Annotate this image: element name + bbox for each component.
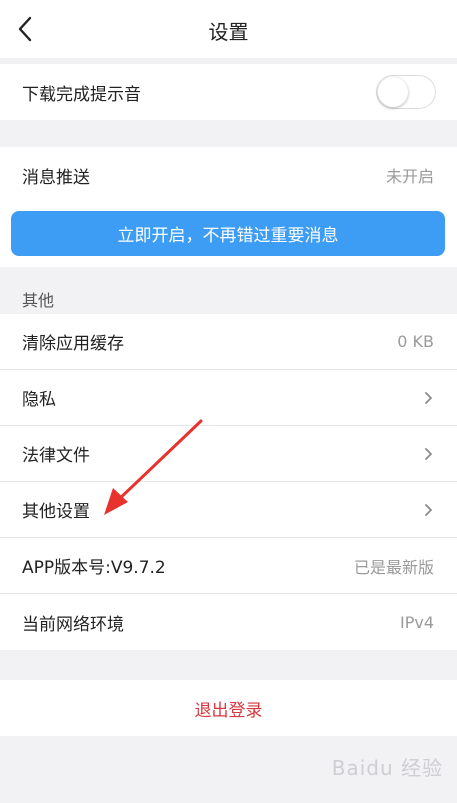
- enable-push-button[interactable]: 立即开启，不再错过重要消息: [11, 211, 445, 256]
- logout-button[interactable]: 退出登录: [0, 680, 457, 736]
- push-label: 消息推送: [22, 167, 90, 188]
- list-item-label: 当前网络环境: [22, 614, 124, 635]
- download-sound-toggle[interactable]: [376, 75, 436, 109]
- privacy-row[interactable]: 隐私: [0, 370, 457, 426]
- others-group: 清除应用缓存 0 KB 隐私 法律文件 其他设置 APP版本号:V9.7.2 已…: [0, 314, 457, 650]
- push-status: 未开启: [385, 167, 434, 186]
- page-title: 设置: [208, 20, 249, 44]
- download-sound-label: 下载完成提示音: [22, 84, 141, 105]
- list-item-label: 其他设置: [22, 502, 90, 522]
- app-version-row[interactable]: APP版本号:V9.7.2 已是最新版: [0, 538, 457, 594]
- list-item-label: 法律文件: [22, 446, 90, 466]
- push-row[interactable]: 消息推送 未开启: [0, 147, 457, 203]
- section-title-others: 其他: [22, 291, 55, 310]
- toggle-knob: [378, 77, 408, 107]
- list-item-label: APP版本号:V9.7.2: [22, 558, 166, 578]
- version-status: 已是最新版: [353, 557, 434, 577]
- download-sound-group: 下载完成提示音: [0, 64, 457, 120]
- watermark-logo: Baidu 经验: [331, 756, 443, 780]
- other-settings-row[interactable]: 其他设置: [0, 482, 457, 538]
- download-sound-row: 下载完成提示音: [0, 64, 457, 120]
- chevron-right-icon: [424, 503, 434, 517]
- clear-cache-row[interactable]: 清除应用缓存 0 KB: [0, 314, 457, 370]
- network-value: IPv4: [399, 612, 434, 632]
- nav-bar: 设置: [0, 0, 457, 58]
- list-item-label: 清除应用缓存: [22, 334, 124, 354]
- chevron-right-icon: [424, 391, 434, 405]
- chevron-right-icon: [424, 447, 434, 461]
- cache-size: 0 KB: [397, 332, 434, 351]
- list-item-label: 隐私: [22, 390, 56, 410]
- legal-docs-row[interactable]: 法律文件: [0, 426, 457, 482]
- network-env-row: 当前网络环境 IPv4: [0, 594, 457, 650]
